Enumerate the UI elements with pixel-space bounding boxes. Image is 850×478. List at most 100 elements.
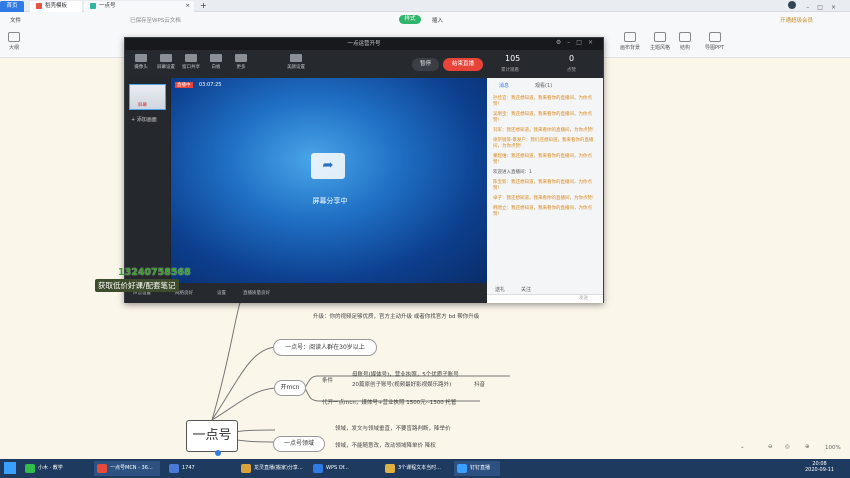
agent-text[interactable]: 代开一点mcn，媒体号+营业执照 1500元--1300 托管 — [322, 398, 456, 406]
canvas-bg-button[interactable]: 画布背景 — [620, 32, 640, 51]
camera-tool[interactable]: 摄像头 — [130, 54, 152, 70]
chat-panel: 105 累计观看 0 点赞 消息 观看(1) 孙佳宜：我还想知道，我来看你的直播… — [487, 50, 603, 303]
zoom-in-icon[interactable]: ⊕ — [805, 444, 810, 450]
structure-button[interactable]: 结构 — [679, 32, 691, 51]
tab-messages[interactable]: 消息 — [499, 82, 509, 89]
condition-2[interactable]: 20篇原创子账号(视频最好影视娱乐路外) — [352, 380, 451, 388]
taskbar-label: WPS Of... — [326, 465, 349, 471]
tab-templates-label: 稻壳模板 — [45, 3, 68, 9]
node-audience[interactable]: 一点号：阅读人群在30岁以上 — [273, 339, 377, 356]
export-ppt-label: 导图PPT — [705, 45, 725, 51]
scene-thumbnail[interactable]: 屏幕 — [129, 84, 166, 110]
message-list: 孙佳宜：我还想知道，我来看你的直播间，为你点赞! 吴明宝：我还想知道，我来看你的… — [493, 96, 597, 222]
whiteboard-tool[interactable]: 白板 — [205, 54, 227, 70]
taskbar-item[interactable]: 3个课程文本当时... — [382, 461, 448, 476]
settings-icon[interactable]: ⚙ — [556, 39, 567, 46]
tab-document-label: 一点号 — [99, 3, 116, 9]
tab-style[interactable]: 样式 — [399, 15, 421, 24]
tab-document[interactable]: 一点号 × — [84, 1, 194, 12]
settings-link[interactable]: 设置 — [217, 290, 226, 296]
phone-number: 13240758568 — [118, 267, 191, 278]
field-1[interactable]: 领域，发文与领域垂直，不要盲路判断，降举价 — [335, 424, 451, 432]
condition-label[interactable]: 条件 — [322, 376, 333, 384]
taskbar-label: 一点号MCN - 36... — [110, 465, 153, 471]
window-controls: –□× — [788, 1, 844, 11]
beauty-tool[interactable]: 美颜设置 — [285, 54, 307, 70]
camera-label: 摄像头 — [134, 65, 148, 70]
likes-label: 点赞 — [567, 68, 576, 73]
scene-panel: 屏幕 + 添加画面 — [125, 78, 170, 283]
export-ppt-button[interactable]: 导图PPT — [705, 32, 724, 51]
taskbar-item[interactable]: 1747 — [166, 461, 232, 476]
chat-message: 韩煜立：我还想知道，我来看你的直播间，为你点赞! — [493, 206, 592, 217]
avatar[interactable] — [788, 1, 797, 9]
send-button[interactable]: 发送 — [579, 295, 588, 301]
taskbar-item[interactable]: 钉钉直播 — [454, 461, 500, 476]
field-2[interactable]: 领域，不能随意改，改动领域降单价 降权 — [335, 441, 436, 449]
gift-button[interactable]: 送礼 — [495, 286, 505, 293]
taskbar-item[interactable]: 小木 · 教学 — [22, 461, 88, 476]
mindmap-icon — [90, 2, 96, 9]
taskbar-item[interactable]: 一点号MCN - 36... — [94, 461, 160, 476]
app-icon — [169, 464, 179, 473]
taskbar-item[interactable]: WPS Of... — [310, 461, 376, 476]
node-field[interactable]: 一点号领域 — [273, 436, 325, 452]
zoom-out-icon[interactable]: ⊖ — [768, 444, 773, 450]
file-menu[interactable]: 文件 — [10, 16, 21, 24]
taskbar-label: 龙灵直播(搬家)分享... — [254, 465, 303, 471]
add-scene-button[interactable]: + 添加画面 — [131, 116, 157, 123]
tab-viewers[interactable]: 观看(1) — [535, 82, 552, 89]
maximize-icon[interactable]: □ — [817, 4, 831, 11]
chat-message: 刘军：我还想知道，我来看你的直播间，为你点赞! — [493, 128, 594, 133]
minimize-window-icon[interactable]: – — [567, 39, 576, 46]
root-node[interactable]: 一点号 — [186, 420, 238, 452]
close-window-icon[interactable]: × — [831, 4, 844, 11]
chrome-icon — [97, 464, 107, 473]
template-icon — [36, 2, 42, 9]
wps-icon — [313, 464, 323, 473]
end-live-button[interactable]: 结束直播 — [443, 58, 483, 71]
taskbar-item[interactable]: 龙灵直播(搬家)分享... — [238, 461, 304, 476]
tab-home[interactable]: 首页 — [0, 1, 24, 12]
tab-insert[interactable]: 插入 — [432, 16, 443, 24]
condition-1[interactable]: 母账号(媒体号)，营业执照，5个优质子账号 — [352, 370, 459, 378]
start-button[interactable] — [4, 462, 16, 474]
stats-bar: 105 累计观看 0 点赞 — [487, 50, 603, 78]
member-link[interactable]: 开通超级会员 — [780, 16, 813, 24]
reset-zoom-icon[interactable]: ◎ — [785, 444, 790, 450]
add-tab-button[interactable]: + — [200, 1, 207, 10]
structure-icon — [679, 32, 691, 42]
system-message: 欢迎进入直播间：1 — [493, 170, 532, 175]
close-stream-icon[interactable]: × — [588, 39, 599, 46]
camera-icon — [135, 54, 147, 62]
follow-button[interactable]: 关注 — [521, 286, 531, 293]
outline-button[interactable]: 大纲 — [8, 32, 20, 51]
more-tool[interactable]: 更多 — [230, 54, 252, 70]
selection-handle[interactable] — [215, 450, 221, 456]
screen-tool[interactable]: 屏幕设置 — [155, 54, 177, 70]
node-mcn[interactable]: 开mcn — [274, 380, 306, 396]
condition-2-tag[interactable]: 抖音 — [474, 380, 485, 388]
pause-button[interactable]: 暂停 — [412, 58, 439, 71]
close-icon[interactable]: × — [185, 1, 190, 12]
screen-preview: 直播中 03:07:25 ➦ 屏幕分享中 — [171, 78, 487, 283]
maximize-window-icon[interactable]: □ — [576, 39, 588, 46]
tab-templates[interactable]: 稻壳模板 — [30, 1, 82, 12]
whiteboard-label: 白板 — [211, 65, 221, 70]
zoom-level[interactable]: 100% — [825, 445, 841, 451]
live-badge: 直播中 — [175, 82, 193, 88]
structure-label: 结构 — [679, 45, 690, 51]
app-icon — [241, 464, 251, 473]
screen-share-label: 屏幕分享中 — [312, 197, 348, 205]
window-share-tool[interactable]: 窗口共享 — [180, 54, 202, 70]
theme-style-button[interactable]: 主题风格 — [650, 32, 670, 51]
live-badge-label: 直播中 — [177, 83, 191, 88]
scene-name: 屏幕 — [138, 103, 147, 108]
save-status: 已保存至WPS云文档 — [130, 18, 181, 24]
upgrade-text[interactable]: 升级：你的视频足够优质，官方主动升级 或者你找官方 bd 帮你升级 — [313, 312, 479, 320]
minimize-icon[interactable]: – — [806, 4, 817, 11]
tray-clock[interactable]: 20:08 2020-09-11 — [805, 461, 834, 473]
outline-icon — [8, 32, 20, 42]
likes-count: 0 — [569, 54, 575, 63]
expand-icon[interactable]: ⌄ — [740, 444, 745, 450]
